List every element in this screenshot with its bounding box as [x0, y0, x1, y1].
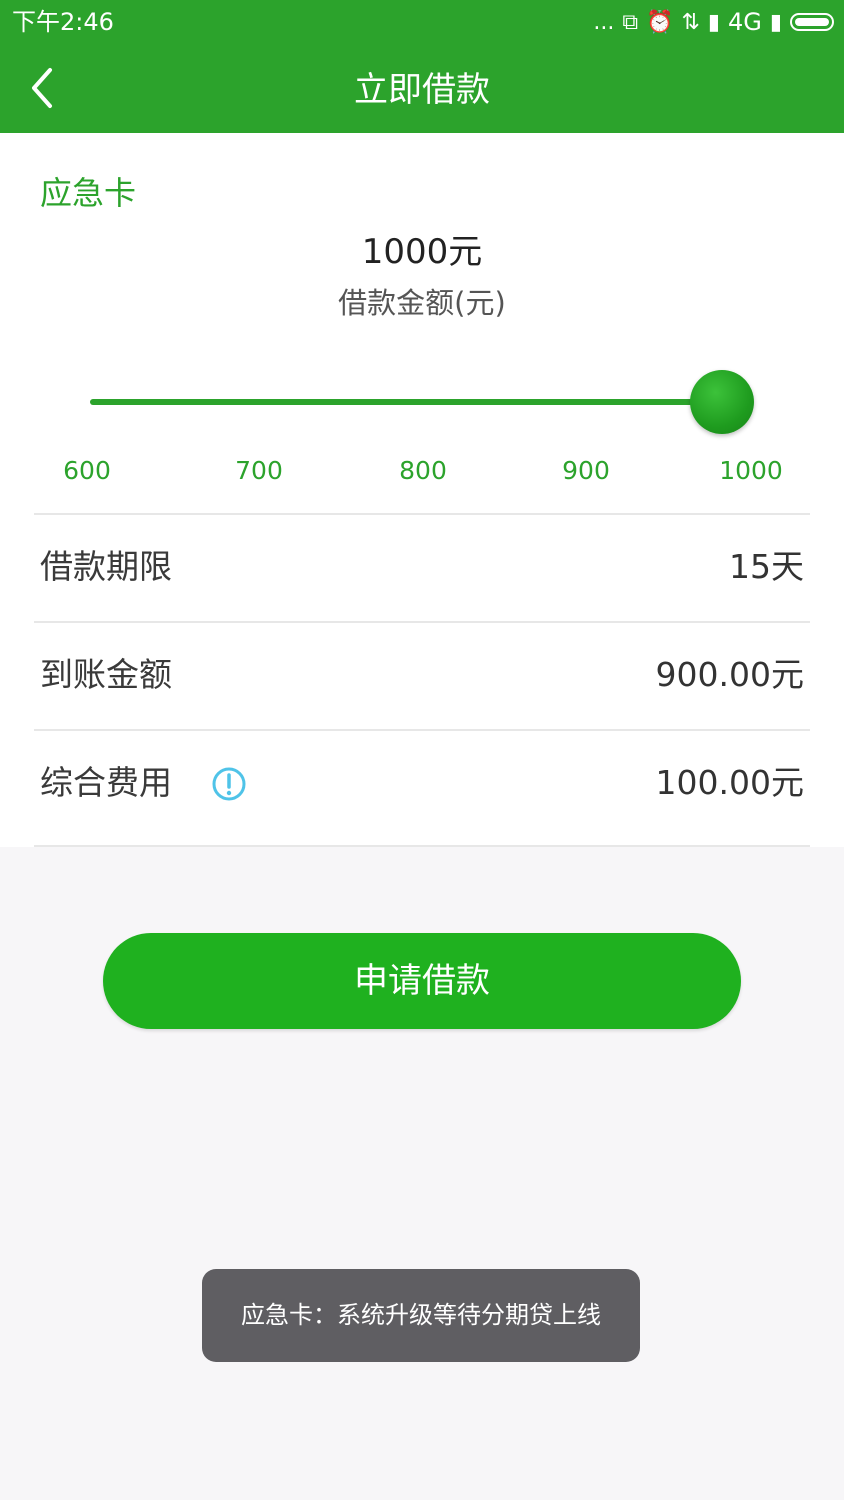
status-bar: 下午2:46 ... ⧉ ⏰ ⇅ ▮ 4G ▮ — [0, 0, 844, 44]
tick-label: 900 — [562, 456, 610, 485]
page-title: 立即借款 — [354, 70, 490, 110]
divider — [34, 845, 810, 847]
slider-fill — [90, 399, 722, 405]
amount-slider[interactable] — [90, 370, 754, 434]
toast-message: 应急卡：系统升级等待分期贷上线 — [202, 1269, 640, 1362]
row-label: 借款期限 — [40, 547, 172, 586]
row-received-amount: 到账金额 900.00元 — [0, 623, 844, 729]
nav-bar: 立即借款 — [0, 44, 844, 133]
status-time: 下午2:46 — [12, 8, 114, 36]
slider-thumb[interactable] — [690, 370, 754, 434]
alarm-icon: ⏰ — [646, 9, 674, 35]
row-value: 15天 — [729, 547, 804, 586]
section-label: 应急卡 — [40, 174, 137, 212]
row-total-fee: 综合费用 100.00元 — [0, 731, 844, 837]
row-value: 900.00元 — [655, 655, 804, 694]
tick-label: 800 — [399, 456, 447, 485]
loan-amount-value: 1000元 — [361, 232, 483, 272]
more-dots-icon: ... — [593, 9, 615, 35]
row-loan-term: 借款期限 15天 — [0, 515, 844, 621]
tick-label: 700 — [235, 456, 283, 485]
loan-card: 应急卡 1000元 借款金额(元) 600 700 800 900 1000 借… — [0, 133, 844, 847]
battery-icon — [790, 13, 834, 31]
info-icon[interactable] — [212, 767, 246, 801]
data-transfer-icon: ⇅ — [681, 9, 700, 35]
row-label: 综合费用 — [40, 763, 172, 802]
tick-label: 600 — [63, 456, 111, 485]
screen-mirror-icon: ⧉ — [622, 9, 639, 35]
row-label: 到账金额 — [40, 655, 172, 694]
apply-loan-button[interactable]: 申请借款 — [103, 933, 741, 1029]
signal-icon: ▮ — [769, 9, 782, 35]
status-icons: ... ⧉ ⏰ ⇅ ▮ 4G ▮ — [593, 6, 834, 38]
slider-ticks: 600 700 800 900 1000 — [40, 451, 816, 491]
network-type-label: 4G — [728, 8, 762, 36]
tick-label: 1000 — [719, 456, 783, 485]
row-value: 100.00元 — [655, 763, 804, 802]
info-icon-graphic — [212, 767, 246, 801]
app-header: 下午2:46 ... ⧉ ⏰ ⇅ ▮ 4G ▮ 立即借款 — [0, 0, 844, 133]
loan-amount-caption: 借款金额(元) — [338, 286, 506, 320]
signal-icon: ▮ — [707, 9, 721, 35]
